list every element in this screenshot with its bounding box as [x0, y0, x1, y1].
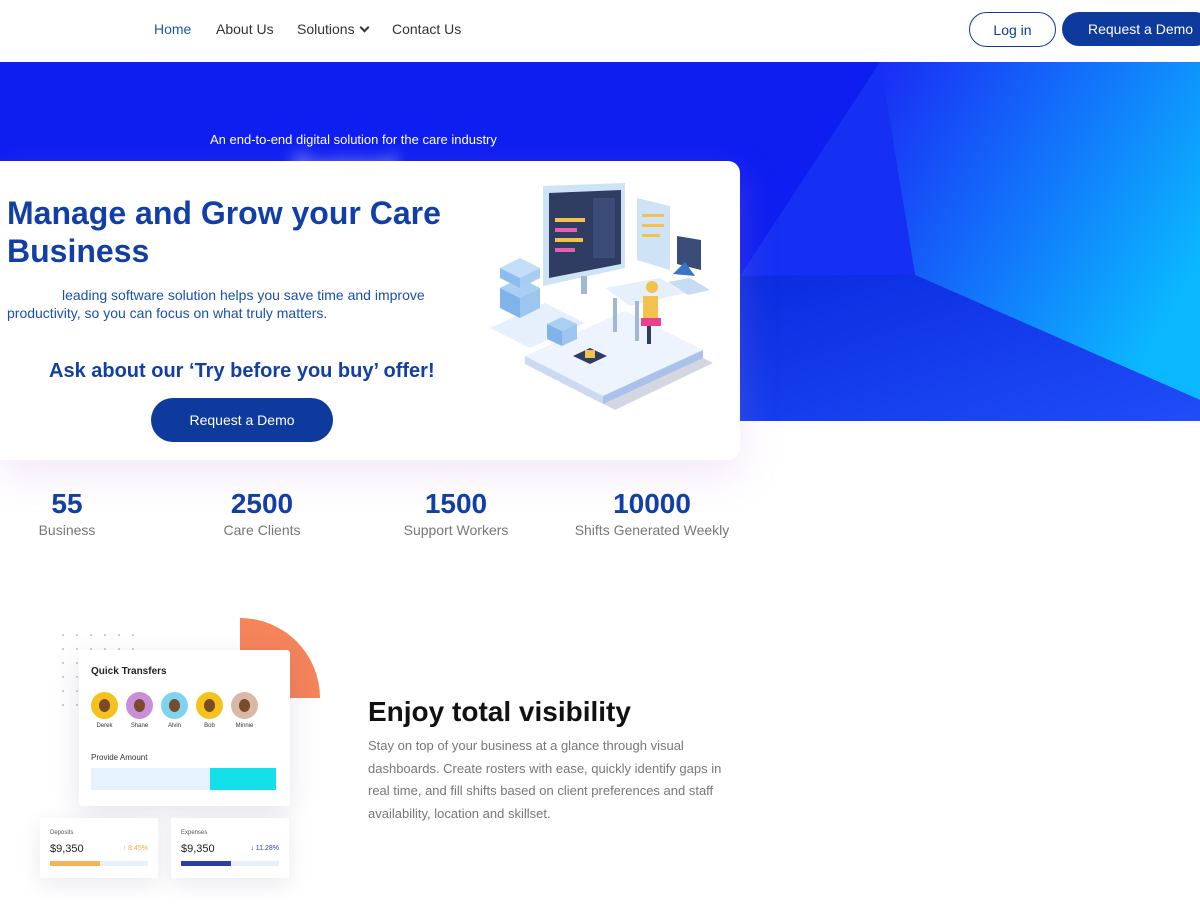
stat-value: 10000	[613, 488, 691, 519]
avatar: Minnie	[231, 692, 258, 729]
stat-value: 55	[51, 488, 83, 519]
nav-about-us[interactable]: About Us	[216, 21, 274, 37]
expenses-card: Expenses $9,350 ↓ 11.28%	[171, 818, 289, 878]
stat-label: Support Workers	[403, 522, 509, 538]
avatar-image	[196, 692, 223, 719]
deposits-label: Deposits	[50, 830, 74, 836]
nav-contact-us[interactable]: Contact Us	[392, 21, 461, 37]
avatar-row: Derek Shane Alvin Bob Minnie	[91, 692, 258, 729]
deposits-change: ↑ 8.45%	[122, 845, 148, 852]
avatar-name: Derek	[96, 723, 113, 729]
avatar-name: Alvin	[167, 723, 181, 729]
expenses-progress	[181, 861, 279, 866]
avatar: Shane	[126, 692, 153, 729]
feature-description: Stay on top of your business at a glance…	[368, 738, 722, 821]
avatar: Bob	[196, 692, 223, 729]
nav-solutions-label: Solutions	[297, 21, 355, 37]
expenses-amount: $9,350	[181, 843, 215, 855]
avatar-name: Minnie	[235, 723, 254, 729]
stat-business: 55 Business	[0, 488, 134, 538]
deposits-progress	[50, 861, 148, 866]
avatar-image	[161, 692, 188, 719]
expenses-progress-fill	[181, 861, 231, 866]
login-button[interactable]: Log in	[969, 12, 1056, 47]
avatar-name: Bob	[204, 723, 215, 729]
hero-description-text: leading software solution helps you save…	[7, 287, 425, 321]
nav-home[interactable]: Home	[154, 21, 191, 37]
avatar: Alvin	[161, 692, 188, 729]
request-demo-button-nav[interactable]: Request a Demo	[1062, 12, 1200, 46]
stat-label: Shifts Generated Weekly	[574, 522, 730, 538]
deposits-progress-fill	[50, 861, 100, 866]
stat-support-workers: 1500 Support Workers	[386, 488, 526, 538]
hero-tagline: An end-to-end digital solution for the c…	[210, 132, 497, 147]
stat-label: Care Clients	[223, 522, 301, 538]
provide-amount-label: Provide Amount	[91, 753, 148, 762]
deposits-card: Deposits $9,350 ↑ 8.45%	[40, 818, 158, 878]
stat-value: 2500	[230, 488, 294, 519]
avatar-name: Shane	[130, 723, 149, 729]
chevron-down-icon	[359, 22, 370, 33]
hero-description: leading software solution helps you save…	[7, 286, 477, 322]
stat-value: 1500	[424, 488, 488, 519]
avatar-image	[126, 692, 153, 719]
stat-label: Business	[38, 522, 96, 538]
isometric-office-illustration	[490, 183, 713, 410]
avatar-image	[231, 692, 258, 719]
provide-amount-bar	[91, 768, 276, 790]
hero-heading: Manage and Grow your Care Business	[7, 195, 441, 269]
request-demo-button-hero[interactable]: Request a Demo	[151, 398, 333, 442]
stat-shifts-weekly: 10000 Shifts Generated Weekly	[562, 488, 742, 538]
provide-amount-fill	[210, 768, 276, 790]
nav-solutions[interactable]: Solutions	[297, 21, 370, 37]
stat-care-clients: 2500 Care Clients	[192, 488, 332, 538]
avatar-image	[91, 692, 118, 719]
deposits-amount: $9,350	[50, 843, 84, 855]
feature-title: Enjoy total visibility	[368, 696, 631, 727]
expenses-label: Expenses	[181, 830, 208, 836]
top-navigation: Home About Us Solutions Contact Us Log i…	[0, 0, 1200, 62]
quick-transfers-card: Quick Transfers Derek Shane Alvin Bob Mi…	[79, 650, 290, 806]
avatar: Derek	[91, 692, 118, 729]
expenses-change: ↓ 11.28%	[250, 845, 279, 852]
quick-transfers-title: Quick Transfers	[91, 666, 167, 677]
offer-text: Ask about our ‘Try before you buy’ offer…	[49, 360, 435, 382]
